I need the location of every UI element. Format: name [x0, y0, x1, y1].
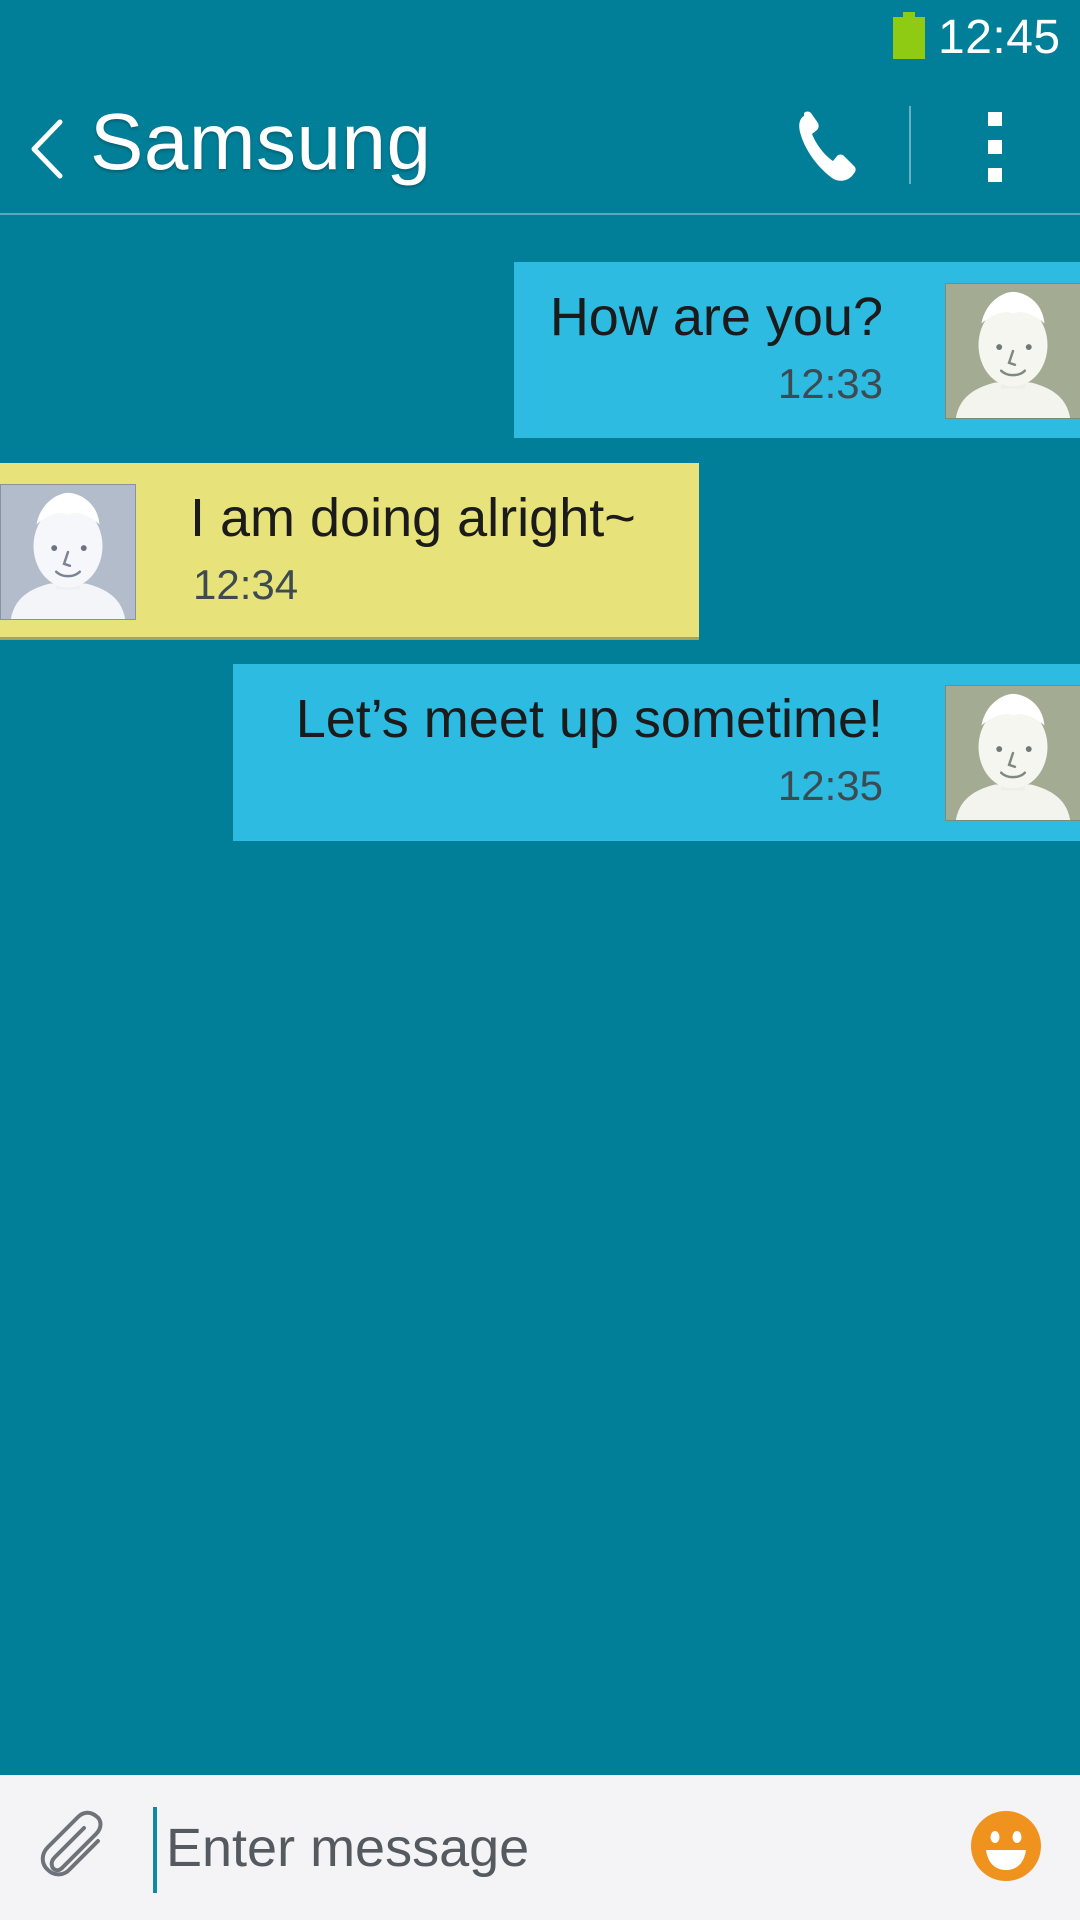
message-input[interactable] — [166, 1805, 926, 1891]
message-bubble-received[interactable]: I am doing alright~ 12:34 — [0, 463, 699, 640]
message-time: 12:35 — [777, 762, 883, 809]
message-text: Let’s meet up sometime! — [295, 689, 883, 749]
default-contact-avatar-icon[interactable] — [945, 685, 1080, 821]
chevron-left-icon[interactable] — [28, 116, 66, 182]
message-text: How are you? — [549, 287, 883, 347]
compose-bar — [0, 1775, 1080, 1920]
status-time: 12:45 — [938, 11, 1061, 64]
paperclip-icon[interactable] — [40, 1810, 112, 1882]
header-divider-line — [0, 213, 1080, 215]
default-contact-avatar-icon[interactable] — [0, 484, 136, 620]
header-divider — [909, 106, 911, 184]
smiley-emoji-icon[interactable] — [970, 1810, 1042, 1882]
message-bubble-sent[interactable]: How are you? 12:33 — [514, 262, 1080, 438]
message-text: I am doing alright~ — [190, 488, 636, 548]
overflow-menu-icon[interactable] — [980, 110, 1010, 184]
phone-icon[interactable] — [798, 110, 858, 184]
contact-name[interactable]: Samsung — [90, 96, 431, 188]
default-contact-avatar-icon[interactable] — [945, 283, 1080, 419]
message-time: 12:33 — [777, 360, 883, 407]
status-bar: 12:45 — [0, 0, 1080, 70]
battery-full-icon — [893, 12, 925, 59]
message-time: 12:34 — [193, 561, 299, 608]
text-cursor — [153, 1807, 157, 1893]
message-bubble-sent[interactable]: Let’s meet up sometime! 12:35 — [233, 664, 1080, 841]
conversation-header: Samsung — [0, 70, 1080, 214]
